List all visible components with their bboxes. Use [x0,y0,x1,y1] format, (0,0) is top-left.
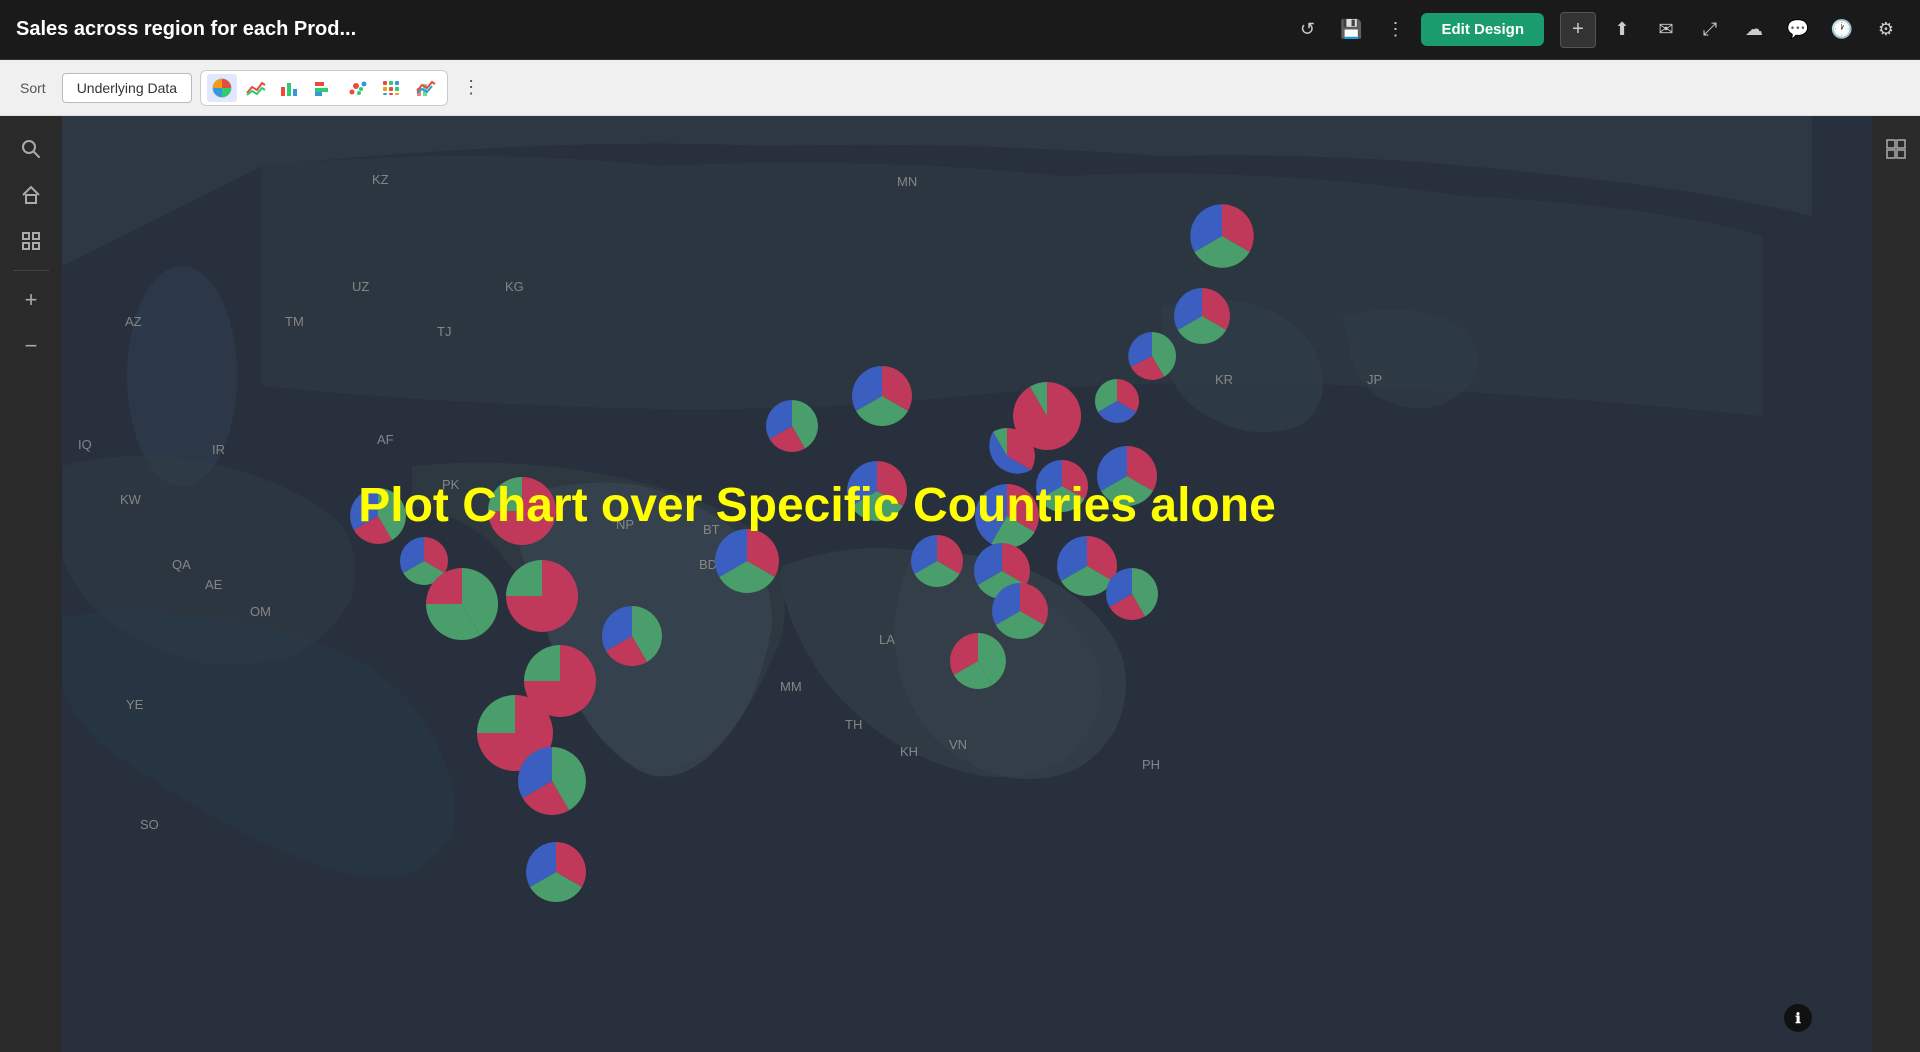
pie-marker-28[interactable] [518,747,586,815]
grid-chart-type-button[interactable] [377,74,407,102]
map-area: KZ MN UZ KG TJ TM AZ KP KR JP AF IQ IR P… [62,116,1872,1052]
pie-marker-16[interactable] [426,568,498,640]
left-sidebar: + − [0,116,62,1052]
scatter-chart-type-button[interactable] [343,74,373,102]
pie-marker-1[interactable] [1190,204,1254,268]
pie-marker-3[interactable] [1128,332,1176,380]
chart-type-group [200,70,448,106]
right-sidebar [1872,116,1920,1052]
pie-marker-22[interactable] [1106,568,1158,620]
pie-marker-2[interactable] [1174,288,1230,344]
pie-marker-4[interactable] [852,366,912,426]
pie-chart-type-button[interactable] [207,74,237,102]
bar-chart-type-button[interactable] [275,74,305,102]
mail-icon[interactable]: ✉ [1648,12,1684,48]
expand-icon-button[interactable] [10,220,52,262]
underlying-data-button[interactable]: Underlying Data [62,73,192,103]
page-title: Sales across region for each Prod... [16,18,1289,41]
add-button[interactable]: + [1560,12,1596,48]
home-icon-button[interactable] [10,174,52,216]
table-view-button[interactable] [1875,128,1917,170]
pie-marker-7[interactable] [1095,379,1139,423]
header: Sales across region for each Prod... ↺ 💾… [0,0,1920,60]
more-icon[interactable]: ⋮ [1377,12,1413,48]
pie-marker-15[interactable] [506,560,578,632]
search-icon-button[interactable] [10,128,52,170]
zoom-in-button[interactable]: + [10,279,52,321]
sort-button[interactable]: Sort [12,76,54,100]
line-chart-type-button[interactable] [241,74,271,102]
mixed-chart-type-button[interactable] [411,74,441,102]
toolbar-more-button[interactable]: ⋮ [456,73,486,103]
toolbar: Sort Underlying Data [0,60,1920,116]
bar-horizontal-type-button[interactable] [309,74,339,102]
pie-marker-19[interactable] [911,535,963,587]
edit-design-button[interactable]: Edit Design [1421,13,1544,46]
pie-marker-26[interactable] [950,633,1006,689]
sidebar-divider [13,270,49,271]
upload-icon[interactable]: ⬆ [1604,12,1640,48]
share-icon[interactable]: ⤢ [1692,12,1728,48]
map-svg: KZ MN UZ KG TJ TM AZ KP KR JP AF IQ IR P… [62,116,1872,1052]
save-icon[interactable]: 💾 [1333,12,1369,48]
cloud-icon[interactable]: ☁ [1736,12,1772,48]
comment-icon[interactable]: 💬 [1780,12,1816,48]
overlay-text: Plot Chart over Specific Countries alone [358,479,1276,532]
clock-icon[interactable]: 🕐 [1824,12,1860,48]
pie-marker-24[interactable] [992,583,1048,639]
header-controls: ↺ 💾 ⋮ Edit Design + ⬆ ✉ ⤢ ☁ 💬 🕐 ⚙ [1289,12,1904,48]
pie-marker-5[interactable] [766,400,818,452]
info-button[interactable]: ℹ [1784,1004,1812,1032]
pie-marker-29[interactable] [526,842,586,902]
pie-marker-14[interactable] [715,529,779,593]
settings-icon[interactable]: ⚙ [1868,12,1904,48]
refresh-icon[interactable]: ↺ [1289,12,1325,48]
pie-marker-23[interactable] [602,606,662,666]
zoom-out-button[interactable]: − [10,325,52,367]
